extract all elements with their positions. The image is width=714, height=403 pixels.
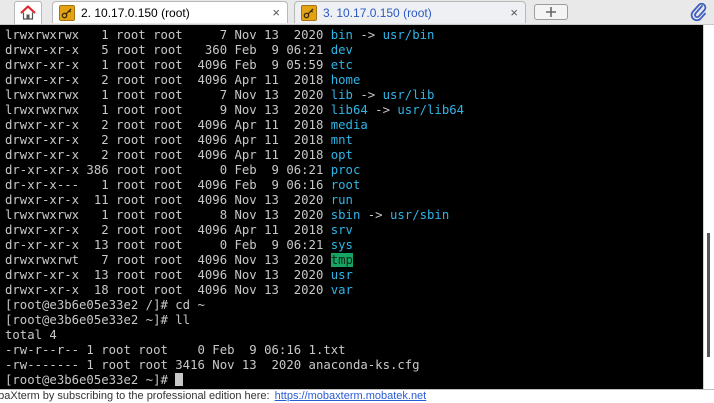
symlink-arrow: -> — [352, 28, 383, 42]
terminal-line: -rw-r--r-- 1 root root 0 Feb 9 06:16 1.t… — [5, 343, 464, 358]
terminal-line: lrwxrwxrwx 1 root root 7 Nov 13 2020 bin… — [5, 28, 464, 43]
terminal-line: total 4 — [5, 328, 464, 343]
terminal-cursor — [175, 373, 184, 386]
symlink-target: usr/sbin — [390, 208, 450, 222]
file-name: tmp — [330, 253, 353, 267]
terminal-line: drwxr-xr-x 13 root root 4096 Nov 13 2020… — [5, 268, 464, 283]
terminal-line: dr-xr-xr-x 13 root root 0 Feb 9 06:21 sy… — [5, 238, 464, 253]
status-text: obaXterm by subscribing to the professio… — [0, 390, 270, 402]
file-attributes: drwxr-xr-x 11 root root 4096 Nov 13 2020 — [5, 193, 331, 207]
terminal-output: lrwxrwxrwx 1 root root 7 Nov 13 2020 bin… — [5, 28, 464, 388]
file-attributes: drwxr-xr-x 5 root root 360 Feb 9 06:21 — [5, 43, 331, 57]
tab-bar: 2. 10.17.0.150 (root) × 3. 10.17.0.150 (… — [0, 0, 714, 25]
file-name: usr — [330, 268, 353, 282]
line-text: total 4 — [5, 328, 57, 342]
file-attributes: drwxr-xr-x 1 root root 4096 Feb 9 05:59 — [5, 58, 331, 72]
tab-label: 3. 10.17.0.150 (root) — [323, 6, 432, 20]
file-name: srv — [330, 223, 353, 237]
file-attributes: dr-xr-x--- 1 root root 4096 Feb 9 06:16 — [5, 178, 331, 192]
terminal-line: lrwxrwxrwx 1 root root 8 Nov 13 2020 sbi… — [5, 208, 464, 223]
scrollbar-thumb[interactable] — [707, 233, 710, 357]
file-attributes: drwxr-xr-x 18 root root 4096 Nov 13 2020 — [5, 283, 331, 297]
symlink-target: usr/lib — [382, 88, 435, 102]
mobaxterm-link[interactable]: https://mobaxterm.mobatek.net — [275, 390, 427, 402]
plus-icon — [546, 7, 556, 17]
file-name: bin — [330, 28, 353, 42]
symlink-target: usr/bin — [382, 28, 435, 42]
terminal-line: drwxr-xr-x 1 root root 4096 Feb 9 05:59 … — [5, 58, 464, 73]
terminal-line: [root@e3b6e05e33e2 ~]# ll — [5, 313, 464, 328]
terminal-line: drwxrwxrwt 7 root root 4096 Nov 13 2020 … — [5, 253, 464, 268]
symlink-target: usr/lib64 — [397, 103, 465, 117]
line-text: [root@e3b6e05e33e2 ~]# ll — [5, 313, 191, 327]
file-name: lib — [330, 88, 353, 102]
symlink-arrow: -> — [352, 88, 383, 102]
status-message: obaXterm by subscribing to the professio… — [0, 390, 426, 403]
terminal-scrollbar[interactable] — [703, 25, 714, 389]
tab-close-icon[interactable]: × — [510, 5, 518, 21]
file-attributes: lrwxrwxrwx 1 root root 8 Nov 13 2020 — [5, 208, 331, 222]
line-text: -rw------- 1 root root 3416 Nov 13 2020 … — [5, 358, 420, 372]
file-name: lib64 — [330, 103, 368, 117]
file-attributes: drwxrwxrwt 7 root root 4096 Nov 13 2020 — [5, 253, 331, 267]
home-icon — [20, 5, 36, 20]
terminal-line: lrwxrwxrwx 1 root root 7 Nov 13 2020 lib… — [5, 88, 464, 103]
session-key-icon — [301, 5, 317, 21]
line-text: -rw-r--r-- 1 root root 0 Feb 9 06:16 1.t… — [5, 343, 346, 357]
terminal-line: drwxr-xr-x 2 root root 4096 Apr 11 2018 … — [5, 223, 464, 238]
terminal-line: drwxr-xr-x 11 root root 4096 Nov 13 2020… — [5, 193, 464, 208]
tab-session-3[interactable]: 3. 10.17.0.150 (root) × — [294, 1, 526, 23]
file-attributes: lrwxrwxrwx 1 root root 7 Nov 13 2020 — [5, 28, 331, 42]
terminal-line: drwxr-xr-x 2 root root 4096 Apr 11 2018 … — [5, 148, 464, 163]
file-name: home — [330, 73, 361, 87]
file-name: sbin — [330, 208, 361, 222]
terminal-line: lrwxrwxrwx 1 root root 9 Nov 13 2020 lib… — [5, 103, 464, 118]
file-name: mnt — [330, 133, 353, 147]
file-attributes: drwxr-xr-x 2 root root 4096 Apr 11 2018 — [5, 118, 331, 132]
paperclip-icon[interactable] — [690, 2, 708, 27]
line-text: [root@e3b6e05e33e2 /]# cd ~ — [5, 298, 205, 312]
file-attributes: drwxr-xr-x 2 root root 4096 Apr 11 2018 — [5, 73, 331, 87]
file-name: proc — [330, 163, 361, 177]
file-attributes: drwxr-xr-x 13 root root 4096 Nov 13 2020 — [5, 268, 331, 282]
file-attributes: dr-xr-xr-x 386 root root 0 Feb 9 06:21 — [5, 163, 331, 177]
file-attributes: lrwxrwxrwx 1 root root 7 Nov 13 2020 — [5, 88, 331, 102]
status-bar: obaXterm by subscribing to the professio… — [0, 389, 714, 403]
terminal-line: drwxr-xr-x 2 root root 4096 Apr 11 2018 … — [5, 73, 464, 88]
file-name: dev — [330, 43, 353, 57]
file-name: var — [330, 283, 353, 297]
session-key-icon — [59, 5, 75, 21]
tab-close-icon[interactable]: × — [272, 5, 280, 21]
terminal-line: drwxr-xr-x 2 root root 4096 Apr 11 2018 … — [5, 118, 464, 133]
line-text: [root@e3b6e05e33e2 ~]# — [5, 373, 176, 387]
home-tab-button[interactable] — [14, 1, 42, 24]
symlink-arrow: -> — [367, 103, 398, 117]
symlink-arrow: -> — [360, 208, 390, 222]
file-attributes: drwxr-xr-x 2 root root 4096 Apr 11 2018 — [5, 148, 331, 162]
file-attributes: drwxr-xr-x 2 root root 4096 Apr 11 2018 — [5, 133, 331, 147]
file-attributes: dr-xr-xr-x 13 root root 0 Feb 9 06:21 — [5, 238, 331, 252]
file-name: opt — [330, 148, 353, 162]
terminal-line: -rw------- 1 root root 3416 Nov 13 2020 … — [5, 358, 464, 373]
terminal-line: drwxr-xr-x 5 root root 360 Feb 9 06:21 d… — [5, 43, 464, 58]
terminal-line: drwxr-xr-x 18 root root 4096 Nov 13 2020… — [5, 283, 464, 298]
file-name: root — [330, 178, 361, 192]
terminal-line: [root@e3b6e05e33e2 /]# cd ~ — [5, 298, 464, 313]
file-attributes: drwxr-xr-x 2 root root 4096 Apr 11 2018 — [5, 223, 331, 237]
tab-label: 2. 10.17.0.150 (root) — [81, 6, 190, 20]
file-name: sys — [330, 238, 353, 252]
file-name: media — [330, 118, 368, 132]
terminal-line: [root@e3b6e05e33e2 ~]# — [5, 373, 464, 388]
terminal-line: drwxr-xr-x 2 root root 4096 Apr 11 2018 … — [5, 133, 464, 148]
terminal-line: dr-xr-x--- 1 root root 4096 Feb 9 06:16 … — [5, 178, 464, 193]
file-name: run — [330, 193, 353, 207]
file-name: etc — [330, 58, 353, 72]
tab-session-2[interactable]: 2. 10.17.0.150 (root) × — [52, 1, 288, 23]
file-attributes: lrwxrwxrwx 1 root root 9 Nov 13 2020 — [5, 103, 331, 117]
terminal-area[interactable]: lrwxrwxrwx 1 root root 7 Nov 13 2020 bin… — [0, 25, 703, 389]
terminal-line: dr-xr-xr-x 386 root root 0 Feb 9 06:21 p… — [5, 163, 464, 178]
new-tab-button[interactable] — [534, 4, 568, 20]
